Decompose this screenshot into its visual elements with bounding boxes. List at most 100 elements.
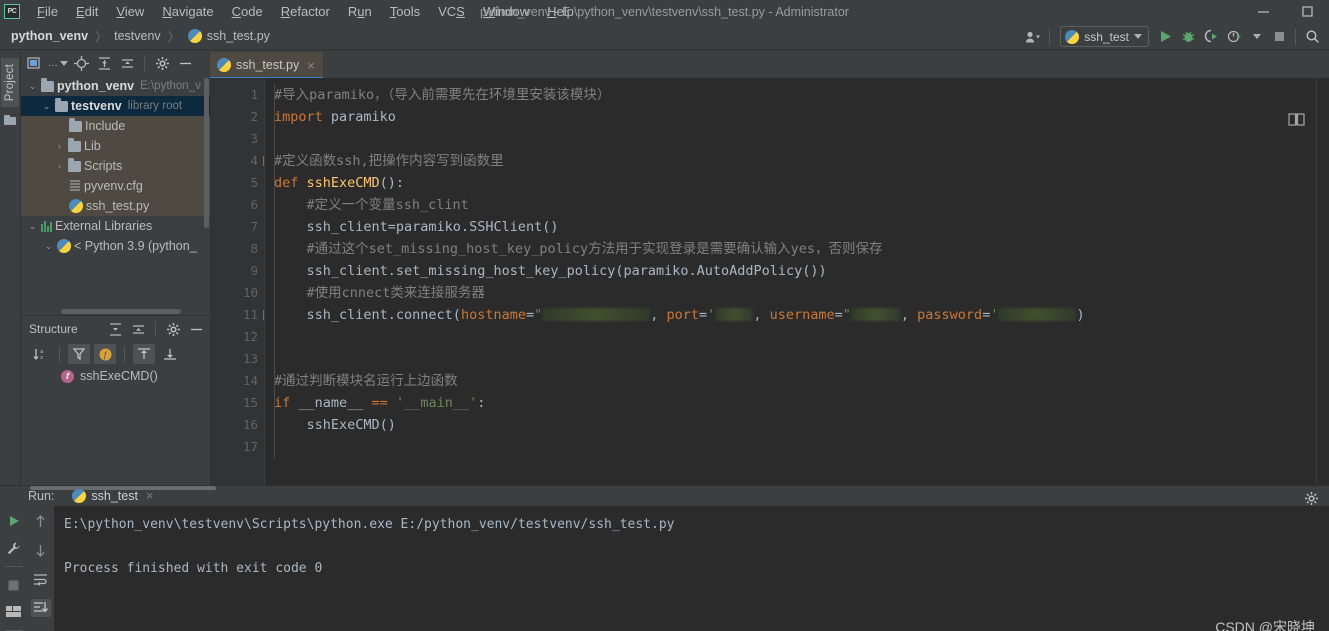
sort-alpha-icon[interactable]: az [29,344,51,364]
project-tree-scrollbar[interactable] [204,78,209,228]
gear-icon[interactable] [152,53,172,73]
chevron-down-icon[interactable]: ⌄ [41,101,52,112]
hide-panel-icon[interactable] [186,319,206,339]
expand-all-icon[interactable] [94,53,114,73]
code-line[interactable]: if __name__ == '__main__': [274,392,1316,414]
structure-item-function[interactable]: f sshExeCMD() [21,366,210,386]
hide-panel-icon[interactable] [175,53,195,73]
project-view-selector-icon[interactable] [25,53,45,73]
menu-item-file[interactable]: File [28,1,67,22]
line-number: 2 [250,109,258,124]
chevron-right-icon[interactable]: › [54,141,65,151]
code-line[interactable]: #定义函数ssh,把操作内容写到函数里 [274,150,1316,172]
book-icon[interactable] [1288,112,1305,129]
code-line[interactable]: #导入paramiko，（导入前需要先在环境里安装该模块） [274,84,1316,106]
run-tab-ssh-test[interactable]: ssh_test × [66,486,160,508]
tree-node-external-libraries[interactable]: ⌄ External Libraries [21,216,210,236]
tree-node-testvenv[interactable]: ⌄ testvenv library root [21,96,210,116]
code-line[interactable]: #定义一个变量ssh_clint [274,194,1316,216]
scroll-from-source-icon[interactable] [71,53,91,73]
code-line[interactable]: #使用cnnect类来连接服务器 [274,282,1316,304]
filter-icon[interactable] [68,344,90,364]
up-arrow-icon[interactable] [31,512,51,530]
menu-item-refactor[interactable]: Refactor [272,1,339,22]
expand-all-icon[interactable] [133,344,155,364]
tree-node-scripts[interactable]: › Scripts [21,156,210,176]
breadcrumb-folder[interactable]: testvenv [111,28,164,44]
layout-icon[interactable] [4,603,24,621]
maximize-icon[interactable] [1285,0,1329,23]
code-line[interactable]: #通过判断模块名运行上边函数 [274,370,1316,392]
code-content[interactable]: #导入paramiko，（导入前需要先在环境里安装该模块） import para… [264,78,1316,485]
profile-dropdown-icon[interactable] [1247,26,1267,48]
tool-window-tab-project[interactable]: Project [1,58,19,108]
menu-item-tools[interactable]: Tools [381,1,429,22]
stop-button[interactable] [1269,26,1289,48]
code-editor[interactable]: 1234−567891011−121314151617 #导入paramiko，… [210,78,1329,485]
code-line[interactable] [274,348,1316,370]
chevron-down-icon[interactable]: ⌄ [27,221,38,232]
collapse-all-icon[interactable] [128,319,148,339]
rerun-icon[interactable] [4,512,24,530]
code-line[interactable]: ssh_client.set_missing_host_key_policy(p… [274,260,1316,282]
project-tree-hscrollbar[interactable] [61,309,181,314]
menu-item-navigate[interactable]: Navigate [153,1,222,22]
pycharm-logo-icon: PC [4,4,20,19]
code-line[interactable] [274,326,1316,348]
structure-tool-icon[interactable] [3,115,17,129]
collapse-all-icon[interactable] [159,344,181,364]
wrench-icon[interactable] [4,539,24,557]
search-icon[interactable] [1302,26,1323,48]
tree-node-include[interactable]: Include [21,116,210,136]
code-line[interactable]: import paramiko [274,106,1316,128]
code-line[interactable]: ssh_client.connect(hostname=", port=', u… [274,304,1316,326]
collapse-all-icon[interactable] [117,53,137,73]
project-tree[interactable]: ⌄ python_venv E:\python_v ⌄ testvenv lib… [21,76,210,315]
tree-node-python-venv[interactable]: ⌄ python_venv E:\python_v [21,76,210,96]
user-icon[interactable] [1022,26,1043,48]
menu-item-view[interactable]: View [107,1,153,22]
scroll-to-end-icon[interactable] [30,599,51,617]
breadcrumb-project[interactable]: python_venv [8,28,91,44]
run-button[interactable] [1155,26,1176,48]
editor-tab-ssh-test[interactable]: ssh_test.py × [210,52,323,79]
show-fields-icon[interactable]: f [94,344,116,364]
editor-scroll-rail[interactable] [1316,78,1329,485]
breadcrumb-file[interactable]: ssh_test.py [204,28,273,44]
code-line[interactable]: #通过这个set_missing_host_key_policy方法用于实现登录… [274,238,1316,260]
tree-node-lib[interactable]: › Lib [21,136,210,156]
tree-node-ssh-test-py[interactable]: ssh_test.py [21,196,210,216]
chevron-down-icon[interactable]: ⌄ [43,241,54,252]
menu-item-vcs[interactable]: VCS [429,1,474,22]
code-line[interactable]: def sshExeCMD(): [274,172,1316,194]
menu-item-edit[interactable]: Edit [67,1,107,22]
menu-item-run[interactable]: Run [339,1,381,22]
profile-button[interactable] [1224,26,1245,48]
close-icon[interactable]: × [146,489,153,503]
menu-item-help[interactable]: Help [538,1,583,22]
debug-button[interactable] [1178,26,1199,48]
tree-node-python-39[interactable]: ⌄ < Python 3.9 (python_ [21,236,210,256]
structure-tree[interactable]: f sshExeCMD() [21,366,210,485]
project-view-dropdown-icon[interactable]: … [48,53,68,73]
code-line[interactable]: ssh_client=paramiko.SSHClient() [274,216,1316,238]
code-line[interactable] [274,436,1316,458]
menu-item-code[interactable]: Code [223,1,272,22]
minimize-icon[interactable] [1241,0,1285,23]
soft-wrap-icon[interactable] [31,570,51,588]
code-line[interactable] [274,128,1316,150]
down-arrow-icon[interactable] [31,541,51,559]
run-coverage-button[interactable] [1201,26,1222,48]
chevron-right-icon[interactable]: › [54,161,65,171]
console-output[interactable]: E:\python_venv\testvenv\Scripts\python.e… [54,506,1329,631]
line-number-gutter[interactable]: 1234−567891011−121314151617 [210,78,278,485]
gear-icon[interactable] [163,319,183,339]
menu-item-window[interactable]: Window [474,1,538,22]
chevron-down-icon[interactable]: ⌄ [27,81,38,92]
code-line[interactable]: sshExeCMD() [274,414,1316,436]
run-configuration-selector[interactable]: ssh_test [1060,26,1149,47]
close-icon[interactable]: × [307,58,315,73]
stop-icon[interactable] [4,576,24,594]
tree-node-pyvenv-cfg[interactable]: pyvenv.cfg [21,176,210,196]
expand-all-icon[interactable] [105,319,125,339]
